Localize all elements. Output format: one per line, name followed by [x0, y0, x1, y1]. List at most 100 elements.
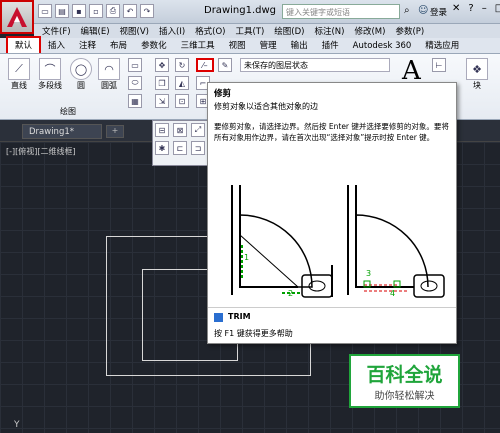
dimension-icon[interactable]: ⊢ [432, 58, 446, 72]
new-icon[interactable]: ▭ [38, 4, 52, 18]
mirror-icon[interactable]: ◭ [175, 76, 189, 90]
tooltip-command: TRIM [228, 312, 251, 321]
circle-icon: ◯ [70, 58, 92, 80]
open-icon[interactable]: ▤ [55, 4, 69, 18]
lengthen-icon[interactable]: ⤢ [191, 123, 205, 137]
rectangle-icon[interactable]: ▭ [128, 58, 142, 72]
tooltip-body: 要修剪对象，请选择边界。然后按 Enter 键并选择要修剪的对象。要将所有对象用… [214, 122, 449, 142]
print-icon[interactable]: ⎙ [106, 4, 120, 18]
menu-item-modify[interactable]: 修改(M) [354, 25, 385, 37]
modify-panel-expanded: ⊟ ⊠ ⤢ ✱ ⊏ ⊐ [152, 120, 208, 166]
exchange-icon[interactable]: ✕ [452, 3, 460, 14]
tab-default[interactable]: 默认 [6, 36, 42, 53]
tab-parametric[interactable]: 参数化 [134, 38, 174, 53]
save-icon[interactable]: ▪ [72, 4, 86, 18]
quick-access-toolbar: ▭ ▤ ▪ ▫ ⎙ ↶ ↷ [38, 4, 154, 18]
tab-3d-tools[interactable]: 三维工具 [174, 38, 222, 53]
layer-state-dropdown[interactable]: 未保存的图层状态 [240, 58, 390, 72]
title-bar: ▭ ▤ ▪ ▫ ⎙ ↶ ↷ Drawing1.dwg 键入关键字或短语 ⌕ ☺ … [34, 0, 500, 24]
autocad-logo-icon [7, 7, 27, 27]
document-tab-active[interactable]: Drawing1* [22, 124, 102, 139]
polyline-label: 多段线 [38, 81, 62, 90]
menu-bar: 文件(F) 编辑(E) 视图(V) 插入(I) 格式(O) 工具(T) 绘图(D… [34, 24, 500, 38]
search-input[interactable]: 键入关键字或短语 [282, 4, 400, 19]
line-button[interactable]: ⟋ 直线 [8, 58, 30, 91]
command-icon [214, 313, 223, 322]
circle-button[interactable]: ◯ 圆 [70, 58, 92, 91]
move-icon[interactable]: ✥ [155, 58, 169, 72]
ucs-icon: Y [14, 420, 20, 430]
watermark-sub: 助你轻松解决 [374, 391, 435, 402]
tab-layout[interactable]: 布局 [103, 38, 134, 53]
redo-icon[interactable]: ↷ [140, 4, 154, 18]
menu-item-draw[interactable]: 绘图(D) [274, 25, 304, 37]
reverse-icon[interactable]: ⊐ [191, 141, 205, 155]
menu-item-edit[interactable]: 编辑(E) [81, 25, 110, 37]
arc-icon: ◠ [98, 58, 120, 80]
fig-label-1: 1 [244, 253, 250, 262]
hatch-icon[interactable]: ▦ [128, 94, 142, 108]
line-icon: ⟋ [8, 58, 30, 80]
maximize-icon[interactable]: □ [495, 3, 500, 14]
ellipse-icon[interactable]: ⬭ [128, 76, 142, 90]
align-icon[interactable]: ⊏ [173, 141, 187, 155]
menu-item-format[interactable]: 格式(O) [195, 25, 225, 37]
erase-icon[interactable]: ✎ [218, 58, 232, 72]
fig-label-3: 3 [366, 269, 372, 278]
break-icon[interactable]: ⊟ [155, 123, 169, 137]
fig-label-2: 2 [288, 289, 294, 298]
search-icon[interactable]: ⌕ [404, 5, 410, 16]
polyline-icon: ⌒ [39, 58, 61, 80]
user-icon[interactable]: ☺ [418, 5, 428, 16]
line-label: 直线 [11, 81, 27, 90]
tab-featured-apps[interactable]: 精选应用 [418, 38, 466, 53]
trim-icon[interactable]: ⁄– [196, 58, 214, 72]
window-controls: ✕ ? – □ ✕ [452, 3, 500, 14]
watermark-main: 百科全说 [366, 364, 443, 386]
arc-label: 圆弧 [101, 81, 117, 90]
draw-panel-label: 绘图 [60, 107, 76, 116]
block-button[interactable]: ❖ 块 [466, 58, 488, 91]
menu-item-view[interactable]: 视图(V) [120, 25, 149, 37]
undo-icon[interactable]: ↶ [123, 4, 137, 18]
explode-icon[interactable]: ✱ [155, 141, 169, 155]
scale-icon[interactable]: ⊡ [175, 94, 189, 108]
tab-plugins[interactable]: 插件 [315, 38, 346, 53]
fig-label-4: 4 [390, 289, 396, 298]
saveas-icon[interactable]: ▫ [89, 4, 103, 18]
tab-autodesk-360[interactable]: Autodesk 360 [346, 40, 419, 53]
tooltip-divider [208, 307, 456, 308]
help-icon[interactable]: ? [468, 3, 473, 14]
document-title: Drawing1.dwg [204, 5, 276, 16]
menu-item-dimension[interactable]: 标注(N) [314, 25, 344, 37]
menu-item-parametric[interactable]: 参数(P) [395, 25, 424, 37]
menu-item-insert[interactable]: 插入(I) [159, 25, 185, 37]
block-label: 块 [473, 81, 481, 90]
copy-icon[interactable]: ❐ [155, 76, 169, 90]
new-tab-button[interactable]: + [106, 125, 124, 138]
stretch-icon[interactable]: ⇲ [155, 94, 169, 108]
application-menu-button[interactable] [0, 0, 34, 34]
viewport-label[interactable]: [-][俯视][二维线框] [6, 146, 76, 157]
join-icon[interactable]: ⊠ [173, 123, 187, 137]
ribbon-tabs: 默认 插入 注释 布局 参数化 三维工具 视图 管理 输出 插件 Autodes… [0, 36, 500, 54]
tooltip-subtitle: 修剪对象以适合其他对象的边 [214, 102, 318, 111]
tab-manage[interactable]: 管理 [253, 38, 284, 53]
trim-tooltip: 修剪 修剪对象以适合其他对象的边 要修剪对象，请选择边界。然后按 Enter 键… [207, 82, 457, 344]
menu-item-tools[interactable]: 工具(T) [235, 25, 264, 37]
login-link[interactable]: 登录 [430, 6, 447, 18]
trim-illustration [231, 185, 445, 298]
tab-insert[interactable]: 插入 [41, 38, 72, 53]
circle-label: 圆 [77, 81, 85, 90]
minimize-icon[interactable]: – [482, 3, 487, 14]
menu-item-file[interactable]: 文件(F) [42, 25, 71, 37]
arc-button[interactable]: ◠ 圆弧 [98, 58, 120, 91]
polyline-button[interactable]: ⌒ 多段线 [38, 58, 62, 91]
rotate-icon[interactable]: ↻ [175, 58, 189, 72]
block-icon: ❖ [466, 58, 488, 80]
tab-output[interactable]: 输出 [284, 38, 315, 53]
tab-view[interactable]: 视图 [222, 38, 253, 53]
watermark-logo: 百科全说 助你轻松解决 [349, 354, 460, 408]
tooltip-title: 修剪 [214, 89, 232, 99]
tab-annotate[interactable]: 注释 [72, 38, 103, 53]
